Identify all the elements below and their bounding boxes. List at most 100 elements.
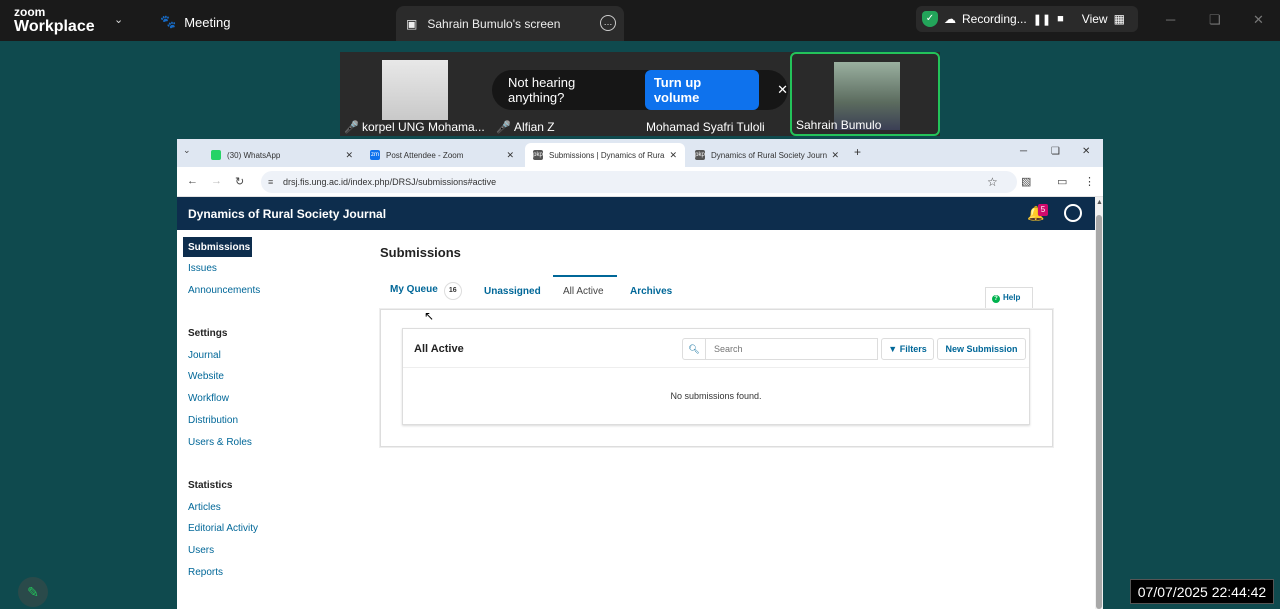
recording-indicator: ✓ ☁ Recording... ❚❚ ■ View ▦ [916, 6, 1138, 32]
address-bar-row: ← → ↻ ≡ drsj.fis.ung.ac.id/index.php/DRS… [177, 167, 1103, 197]
screen-share-icon: ▣ [406, 16, 418, 31]
recording-label: Recording... [962, 12, 1027, 26]
tab-label: My Queue [390, 284, 438, 295]
ojs-header: Dynamics of Rural Society Journal 🔔 5 [177, 197, 1095, 230]
close-tab-icon[interactable]: ✕ [669, 150, 677, 161]
page-title: Submissions [380, 245, 461, 260]
participant-video [382, 60, 448, 120]
scroll-up-icon[interactable]: ▲ [1096, 199, 1103, 206]
close-icon[interactable]: ✕ [1082, 146, 1090, 157]
sidebar-item-editorial-activity[interactable]: Editorial Activity [188, 523, 258, 534]
sidebar-item-workflow[interactable]: Workflow [188, 393, 229, 404]
sidebar-item-reports[interactable]: Reports [188, 567, 223, 578]
browser-tab[interactable]: pkp Dynamics of Rural Society Journ ✕ [687, 143, 847, 167]
turn-up-volume-button[interactable]: Turn up volume [644, 70, 760, 110]
tab-unassigned[interactable]: Unassigned [484, 286, 541, 297]
minimize-icon[interactable]: ─ [1166, 12, 1175, 27]
help-button[interactable]: ? Help [985, 287, 1033, 309]
empty-state-message: No submissions found. [670, 391, 762, 401]
meeting-menu[interactable]: 🐾 Meeting [160, 14, 230, 30]
meeting-label: Meeting [184, 14, 231, 30]
menu-icon[interactable]: ⋮ [1084, 175, 1095, 188]
sidebar-item-users[interactable]: Users [188, 545, 214, 556]
more-options-icon[interactable]: … [600, 15, 616, 31]
sidebar-heading-settings: Settings [188, 328, 228, 339]
pkp-icon: pkp [695, 150, 705, 160]
journal-title[interactable]: Dynamics of Rural Society Journal [188, 207, 386, 221]
new-tab-icon[interactable]: + [854, 145, 861, 159]
chevron-down-icon[interactable]: ⌄ [114, 13, 123, 26]
tab-all-active[interactable]: All Active [563, 286, 604, 297]
close-tab-icon[interactable]: ✕ [831, 150, 839, 161]
cloud-icon: ☁ [944, 12, 956, 26]
new-submission-button[interactable]: New Submission [937, 338, 1026, 360]
shared-screen-tab[interactable]: ▣ Sahrain Bumulo's screen … [396, 6, 624, 41]
participant-name: Sahrain Bumulo [796, 118, 882, 132]
datetime-overlay: 07/07/2025 22:44:42 [1130, 579, 1274, 604]
restore-icon[interactable]: ❏ [1209, 12, 1221, 28]
search-icon[interactable]: 🔍︎ [682, 338, 706, 360]
url-field[interactable]: ≡ drsj.fis.ung.ac.id/index.php/DRSJ/subm… [261, 171, 1017, 193]
divider [403, 367, 1029, 368]
pause-recording-icon[interactable]: ❚❚ [1033, 13, 1051, 26]
mic-off-icon: 🎤 [344, 120, 359, 134]
paw-icon: 🐾 [160, 14, 177, 29]
browser-tabbar: ⌄ (30) WhatsApp ✕ zm Post Attendee - Zoo… [177, 139, 1103, 167]
sidebar-item-distribution[interactable]: Distribution [188, 415, 238, 426]
mouse-cursor-icon: ↖ [424, 309, 435, 323]
help-icon: ? [992, 295, 1000, 303]
zoom-logo-line2: Workplace [14, 18, 95, 35]
browser-tab-active[interactable]: pkp Submissions | Dynamics of Rura ✕ [525, 143, 685, 167]
sidebar-item-announcements[interactable]: Announcements [188, 285, 260, 296]
tab-my-queue[interactable]: My Queue 16 [390, 282, 462, 300]
sidebar-item-website[interactable]: Website [188, 371, 224, 382]
forward-icon[interactable]: → [211, 175, 222, 187]
search-input[interactable] [706, 338, 878, 360]
browser-tab[interactable]: (30) WhatsApp ✕ [203, 143, 361, 167]
sidebar-item-submissions[interactable]: Submissions [183, 237, 252, 257]
zoom-logo-line1: zoom [14, 5, 46, 19]
site-info-icon[interactable]: ≡ [268, 171, 273, 193]
stop-recording-icon[interactable]: ■ [1057, 13, 1064, 25]
help-label: Help [1003, 293, 1021, 302]
browser-window: ⌄ (30) WhatsApp ✕ zm Post Attendee - Zoo… [177, 139, 1103, 609]
view-menu-label[interactable]: View [1082, 12, 1108, 26]
close-tab-icon[interactable]: ✕ [506, 150, 514, 161]
extensions-icon[interactable]: ▧ [1021, 175, 1031, 188]
annotate-pencil-icon[interactable]: ✎ [18, 577, 48, 607]
sidebar-item-journal[interactable]: Journal [188, 350, 221, 361]
audio-toast: Not hearing anything? Turn up volume ✕ [492, 70, 788, 110]
bookmark-star-icon[interactable]: ☆ [987, 175, 998, 189]
queue-count-badge: 16 [443, 282, 462, 300]
security-shield-icon[interactable]: ✓ [922, 11, 938, 27]
toast-message: Not hearing anything? [508, 75, 576, 105]
filters-label: Filters [899, 344, 927, 354]
participant-tile[interactable]: 🎤 korpel UNG Mohama... [340, 52, 492, 136]
grid-view-icon[interactable]: ▦ [1114, 12, 1125, 26]
sidebar-item-users-roles[interactable]: Users & Roles [188, 437, 252, 448]
tab-list-dropdown-icon[interactable]: ⌄ [183, 145, 197, 159]
browser-tab-title: (30) WhatsApp [227, 150, 281, 160]
close-tab-icon[interactable]: ✕ [345, 150, 353, 161]
profile-icon[interactable]: ▭ [1057, 175, 1067, 188]
participant-name: 🎤 Alfian Z [496, 120, 555, 134]
close-icon[interactable]: ✕ [777, 82, 788, 98]
zoom-logo: zoom Workplace [14, 6, 95, 35]
sidebar-item-issues[interactable]: Issues [188, 263, 217, 274]
back-icon[interactable]: ← [187, 175, 198, 187]
page-scrollbar[interactable]: ▲ [1095, 197, 1103, 609]
participant-name: Mohamad Syafri Tuloli [646, 120, 765, 134]
filters-button[interactable]: ▼ Filters [881, 338, 934, 360]
close-icon[interactable]: ✕ [1253, 12, 1264, 28]
tab-archives[interactable]: Archives [630, 286, 672, 297]
reload-icon[interactable]: ↻ [235, 175, 244, 188]
browser-tab[interactable]: zm Post Attendee - Zoom ✕ [362, 143, 522, 167]
sidebar-heading-statistics: Statistics [188, 480, 233, 491]
minimize-icon[interactable]: ─ [1020, 146, 1027, 157]
sidebar-item-articles[interactable]: Articles [188, 502, 221, 513]
participant-tile-active[interactable]: Sahrain Bumulo [790, 52, 940, 136]
user-account-icon[interactable] [1064, 204, 1082, 222]
browser-tab-title: Dynamics of Rural Society Journ [711, 150, 828, 160]
scrollbar-thumb[interactable] [1096, 215, 1102, 609]
restore-icon[interactable]: ❏ [1051, 146, 1060, 157]
